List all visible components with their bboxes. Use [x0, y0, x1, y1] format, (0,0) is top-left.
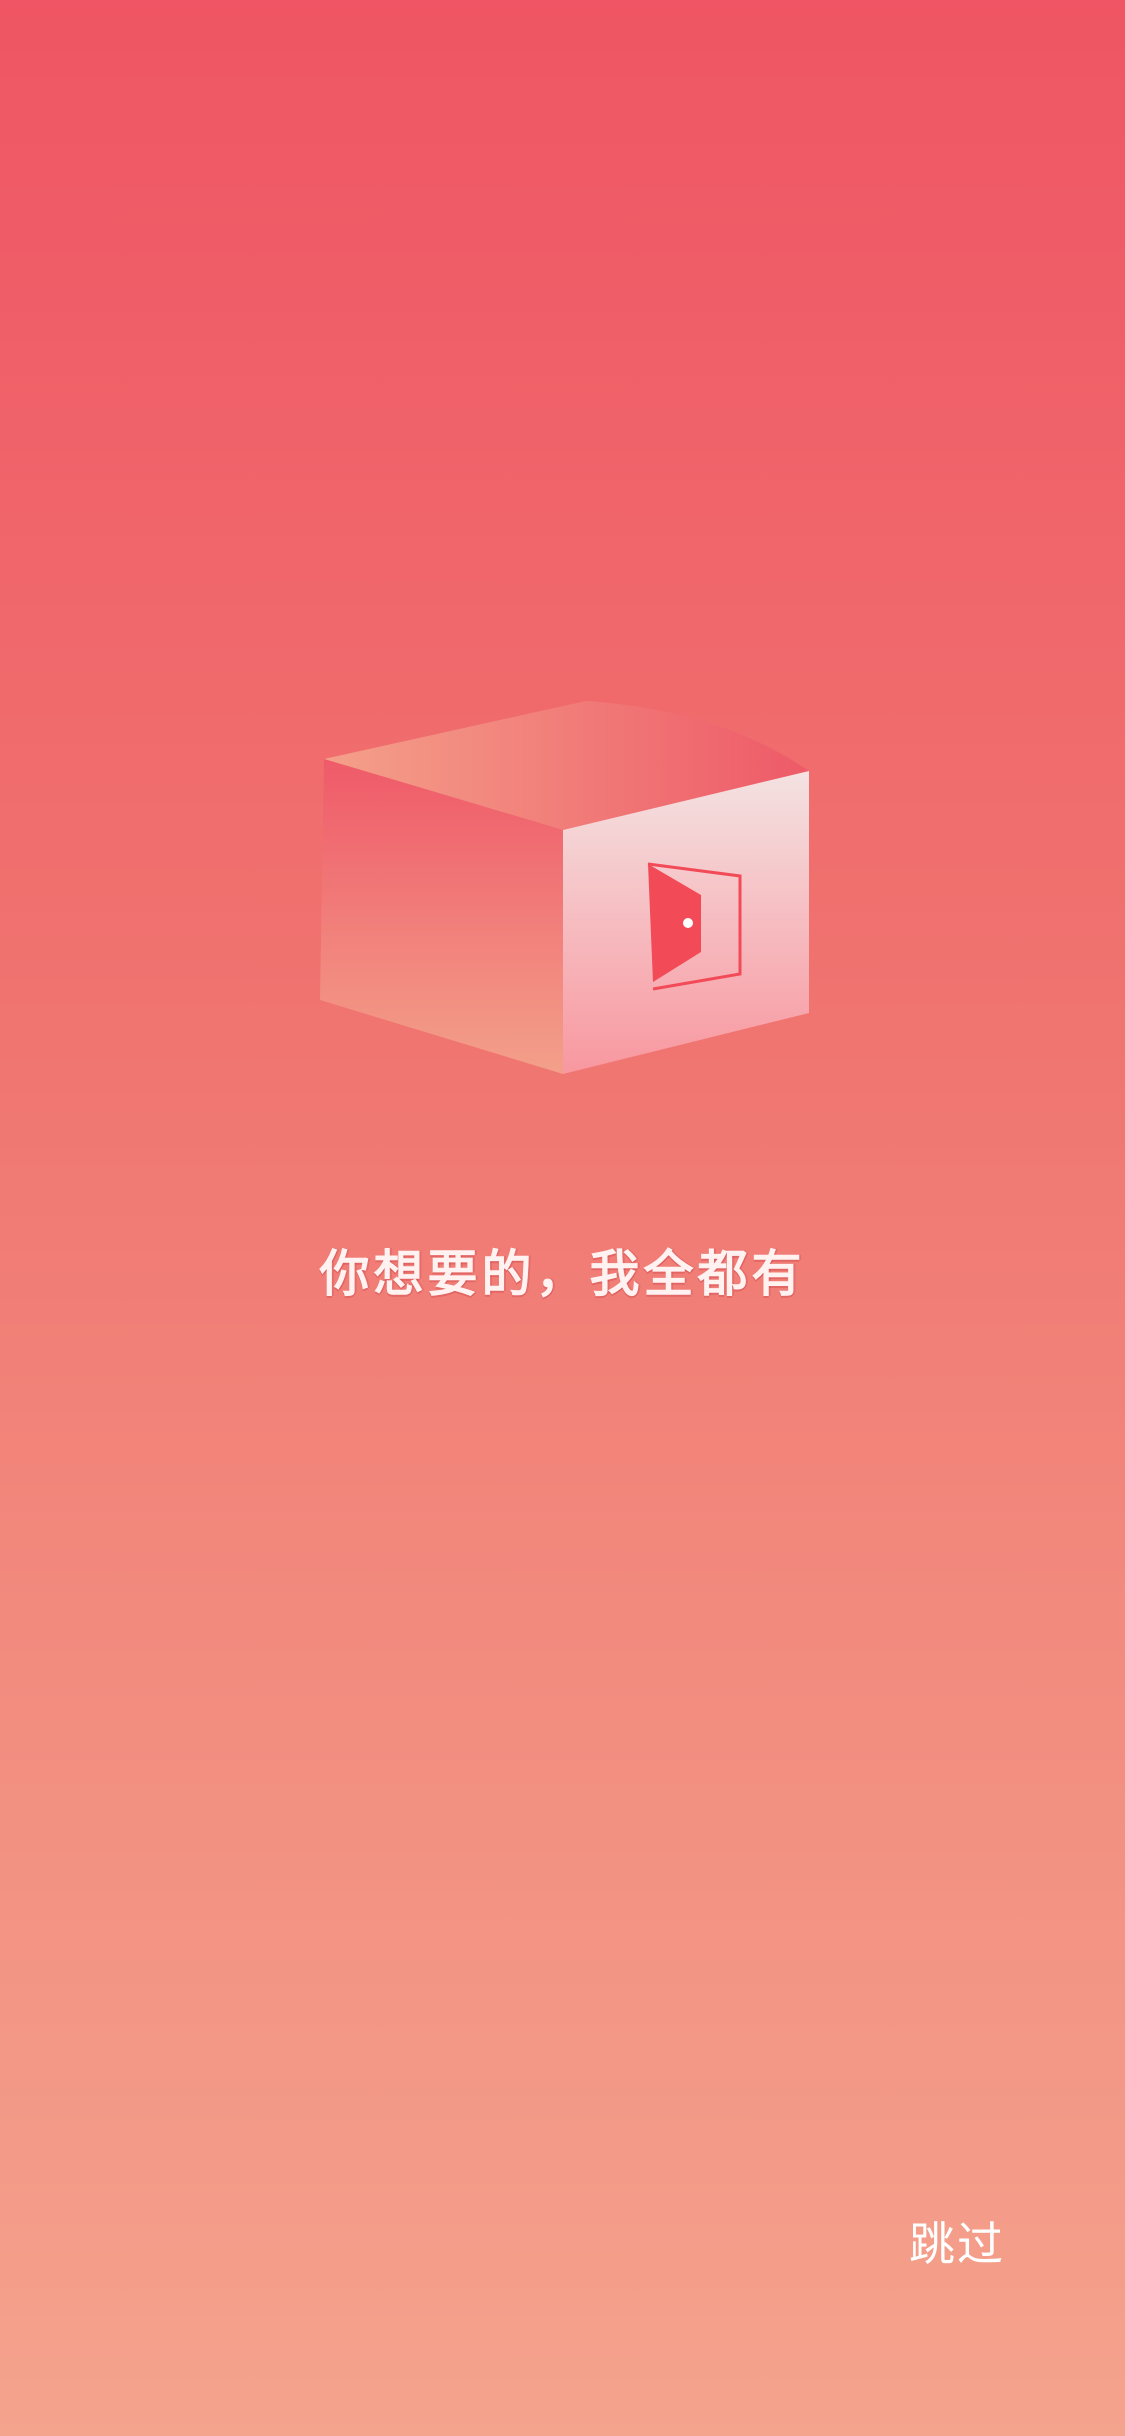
- skip-button[interactable]: 跳过: [909, 2208, 1005, 2274]
- door-knob: [683, 918, 693, 928]
- cube-with-door-icon: [320, 701, 809, 1074]
- slogan-text: 你想要的，我全都有: [319, 1245, 806, 1303]
- app-logo: [300, 680, 840, 1100]
- splash-screen: 你想要的，我全都有 跳过: [0, 0, 1125, 2436]
